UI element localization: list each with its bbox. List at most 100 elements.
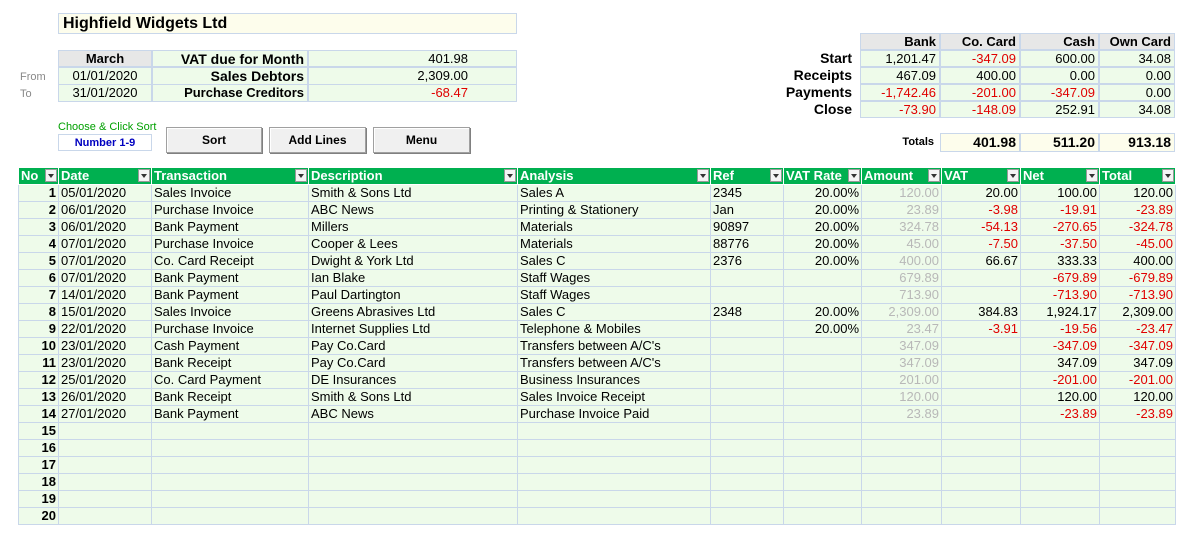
cell-ref[interactable] [710, 456, 784, 474]
to-date-field[interactable]: 31/01/2020 [58, 84, 152, 102]
cell-description[interactable]: Greens Abrasives Ltd [308, 303, 518, 321]
cell-vat[interactable] [941, 490, 1021, 508]
cell-vat[interactable]: 384.83 [941, 303, 1021, 321]
cell-transaction[interactable]: Bank Payment [151, 405, 309, 423]
cell-date[interactable]: 22/01/2020 [58, 320, 152, 338]
cell-analysis[interactable]: Sales C [517, 252, 711, 270]
cell-ref[interactable] [710, 337, 784, 355]
cell-transaction[interactable]: Sales Invoice [151, 303, 309, 321]
cell-ref[interactable] [710, 320, 784, 338]
cell-date[interactable]: 26/01/2020 [58, 388, 152, 406]
cell-date[interactable]: 07/01/2020 [58, 269, 152, 287]
cell-total[interactable]: 347.09 [1099, 354, 1176, 372]
cell-ref[interactable]: 2345 [710, 184, 784, 202]
cell-vat-rate[interactable]: 20.00% [783, 235, 862, 253]
cell-transaction[interactable]: Bank Receipt [151, 388, 309, 406]
cell-date[interactable]: 14/01/2020 [58, 286, 152, 304]
cell-transaction[interactable] [151, 456, 309, 474]
cell-ref[interactable]: Jan [710, 201, 784, 219]
sort-selector[interactable]: Number 1-9 [58, 134, 152, 151]
cell-analysis[interactable]: Transfers between A/C's [517, 354, 711, 372]
cell-date[interactable] [58, 439, 152, 457]
cell-net[interactable]: 1,924.17 [1020, 303, 1100, 321]
cell-ref[interactable] [710, 507, 784, 525]
filter-dropdown-icon[interactable] [504, 169, 516, 182]
cell-ref[interactable] [710, 354, 784, 372]
cell-total[interactable]: 400.00 [1099, 252, 1176, 270]
cell-description[interactable] [308, 473, 518, 491]
cell-no[interactable]: 17 [18, 456, 59, 474]
cell-description[interactable]: Pay Co.Card [308, 337, 518, 355]
cell-net[interactable]: -23.89 [1020, 405, 1100, 423]
cell-vat[interactable] [941, 388, 1021, 406]
cell-vat-rate[interactable] [783, 422, 862, 440]
cell-analysis[interactable]: Sales A [517, 184, 711, 202]
cell-vat-rate[interactable]: 20.00% [783, 320, 862, 338]
cell-analysis[interactable]: Transfers between A/C's [517, 337, 711, 355]
cell-ref[interactable] [710, 405, 784, 423]
cell-net[interactable]: -37.50 [1020, 235, 1100, 253]
filter-dropdown-icon[interactable] [138, 169, 150, 182]
cell-no[interactable]: 19 [18, 490, 59, 508]
cell-vat-rate[interactable] [783, 286, 862, 304]
cell-transaction[interactable] [151, 473, 309, 491]
cell-description[interactable]: Smith & Sons Ltd [308, 184, 518, 202]
cell-no[interactable]: 6 [18, 269, 59, 287]
cell-no[interactable]: 16 [18, 439, 59, 457]
cell-transaction[interactable]: Co. Card Receipt [151, 252, 309, 270]
filter-dropdown-icon[interactable] [848, 169, 860, 182]
cell-total[interactable]: 120.00 [1099, 388, 1176, 406]
cell-vat[interactable]: 20.00 [941, 184, 1021, 202]
cell-vat-rate[interactable]: 20.00% [783, 184, 862, 202]
sort-button[interactable]: Sort [166, 127, 262, 153]
cell-no[interactable]: 13 [18, 388, 59, 406]
cell-transaction[interactable]: Sales Invoice [151, 184, 309, 202]
cell-vat-rate[interactable]: 20.00% [783, 252, 862, 270]
cell-vat[interactable]: 66.67 [941, 252, 1021, 270]
cell-amount[interactable] [861, 490, 942, 508]
cell-date[interactable]: 15/01/2020 [58, 303, 152, 321]
cell-total[interactable]: 120.00 [1099, 184, 1176, 202]
cell-vat-rate[interactable]: 20.00% [783, 218, 862, 236]
cell-amount[interactable]: 713.90 [861, 286, 942, 304]
cell-description[interactable] [308, 456, 518, 474]
cell-total[interactable]: -23.89 [1099, 405, 1176, 423]
cell-no[interactable]: 1 [18, 184, 59, 202]
cell-description[interactable] [308, 422, 518, 440]
cell-ref[interactable] [710, 269, 784, 287]
cell-vat[interactable] [941, 286, 1021, 304]
cell-amount[interactable]: 120.00 [861, 388, 942, 406]
cell-ref[interactable] [710, 422, 784, 440]
cell-vat-rate[interactable] [783, 490, 862, 508]
cell-vat-rate[interactable]: 20.00% [783, 201, 862, 219]
cell-transaction[interactable]: Purchase Invoice [151, 235, 309, 253]
cell-total[interactable]: -679.89 [1099, 269, 1176, 287]
cell-vat[interactable] [941, 269, 1021, 287]
cell-net[interactable] [1020, 456, 1100, 474]
cell-transaction[interactable] [151, 507, 309, 525]
cell-date[interactable] [58, 490, 152, 508]
cell-description[interactable]: Dwight & York Ltd [308, 252, 518, 270]
cell-date[interactable] [58, 422, 152, 440]
cell-net[interactable] [1020, 422, 1100, 440]
cell-ref[interactable]: 2376 [710, 252, 784, 270]
cell-amount[interactable]: 201.00 [861, 371, 942, 389]
cell-ref[interactable] [710, 388, 784, 406]
cell-description[interactable]: Ian Blake [308, 269, 518, 287]
cell-net[interactable] [1020, 473, 1100, 491]
cell-no[interactable]: 4 [18, 235, 59, 253]
cell-total[interactable]: -23.89 [1099, 201, 1176, 219]
cell-vat-rate[interactable] [783, 405, 862, 423]
filter-dropdown-icon[interactable] [770, 169, 782, 182]
cell-analysis[interactable]: Materials [517, 218, 711, 236]
cell-no[interactable]: 12 [18, 371, 59, 389]
from-date-field[interactable]: 01/01/2020 [58, 67, 152, 85]
cell-amount[interactable]: 347.09 [861, 354, 942, 372]
filter-dropdown-icon[interactable] [1086, 169, 1098, 182]
cell-total[interactable] [1099, 507, 1176, 525]
cell-date[interactable]: 07/01/2020 [58, 235, 152, 253]
cell-ref[interactable]: 90897 [710, 218, 784, 236]
cell-net[interactable]: -679.89 [1020, 269, 1100, 287]
cell-no[interactable]: 7 [18, 286, 59, 304]
cell-vat-rate[interactable] [783, 507, 862, 525]
